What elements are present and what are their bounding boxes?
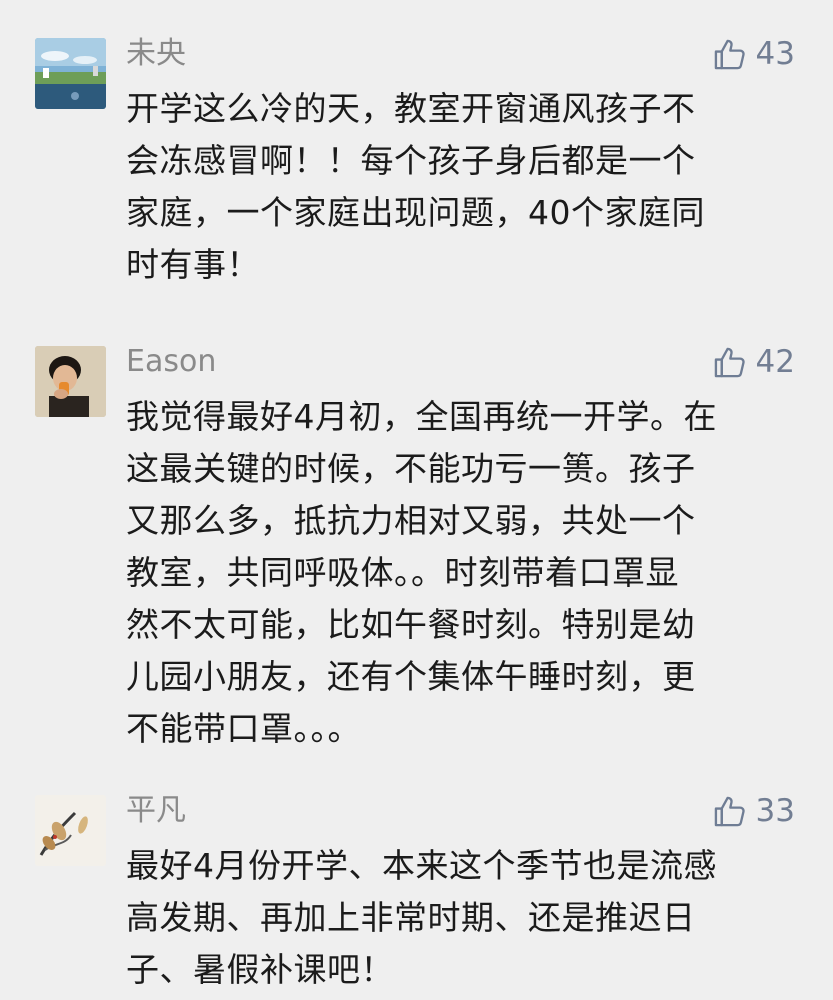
like-button[interactable]: 42 (713, 342, 795, 382)
comment-line: 我觉得最好4月初，全国再统一开学。在 (126, 397, 717, 436)
landscape-sky-avatar (35, 38, 106, 109)
avatar[interactable] (35, 346, 106, 417)
thumbs-up-icon (714, 796, 745, 826)
comment-line: 最好4月份开学、本来这个季节也是流感 (126, 846, 717, 885)
comment-line: 然不太可能，比如午餐时刻。特别是幼 (126, 605, 696, 644)
like-button[interactable]: 43 (713, 34, 795, 74)
thumbs-up-icon (714, 347, 745, 377)
comment-line: 这最关键的时候，不能功亏一篑。孩子 (126, 449, 696, 488)
thumbs-up-icon (714, 39, 745, 69)
like-button[interactable]: 33 (713, 791, 795, 831)
comment-line: 开学这么冷的天，教室开窗通风孩子不 (126, 89, 696, 128)
ink-painting-avatar (35, 795, 106, 866)
comment-line: 儿园小朋友，还有个集体午睡时刻，更 (126, 657, 696, 696)
avatar[interactable] (35, 38, 106, 109)
person-drinking-avatar (35, 346, 106, 417)
comment-list: 未央 43 开学这么冷的天，教室开窗通风孩子不 会冻感冒啊！！每个孩子身后都是一… (0, 0, 833, 1000)
comment-line: 不能带口罩。。。 (126, 709, 361, 748)
avatar[interactable] (35, 795, 106, 866)
username[interactable]: Eason (126, 342, 216, 382)
comment-text: 最好4月份开学、本来这个季节也是流感 高发期、再加上非常时期、还是推迟日 子、暑… (126, 840, 806, 996)
comment-line: 子、暑假补课吧！ (126, 950, 394, 989)
comment-line: 又那么多，抵抗力相对又弱，共处一个 (126, 501, 696, 540)
comment-line: 家庭，一个家庭出现问题，40个家庭同 (126, 193, 705, 232)
like-count: 42 (755, 344, 795, 380)
comment-text: 我觉得最好4月初，全国再统一开学。在 这最关键的时候，不能功亏一篑。孩子 又那么… (126, 391, 806, 755)
username[interactable]: 平凡 (126, 791, 186, 831)
comment-line: 高发期、再加上非常时期、还是推迟日 (126, 898, 696, 937)
username[interactable]: 未央 (126, 34, 186, 74)
like-count: 43 (755, 36, 795, 72)
comment-line: 时有事！ (126, 245, 260, 284)
comment-text: 开学这么冷的天，教室开窗通风孩子不 会冻感冒啊！！每个孩子身后都是一个 家庭，一… (126, 83, 806, 291)
like-count: 33 (755, 793, 795, 829)
comment-line: 教室，共同呼吸体。。时刻带着口罩显 (126, 553, 679, 592)
comment-line: 会冻感冒啊！！每个孩子身后都是一个 (126, 141, 696, 180)
